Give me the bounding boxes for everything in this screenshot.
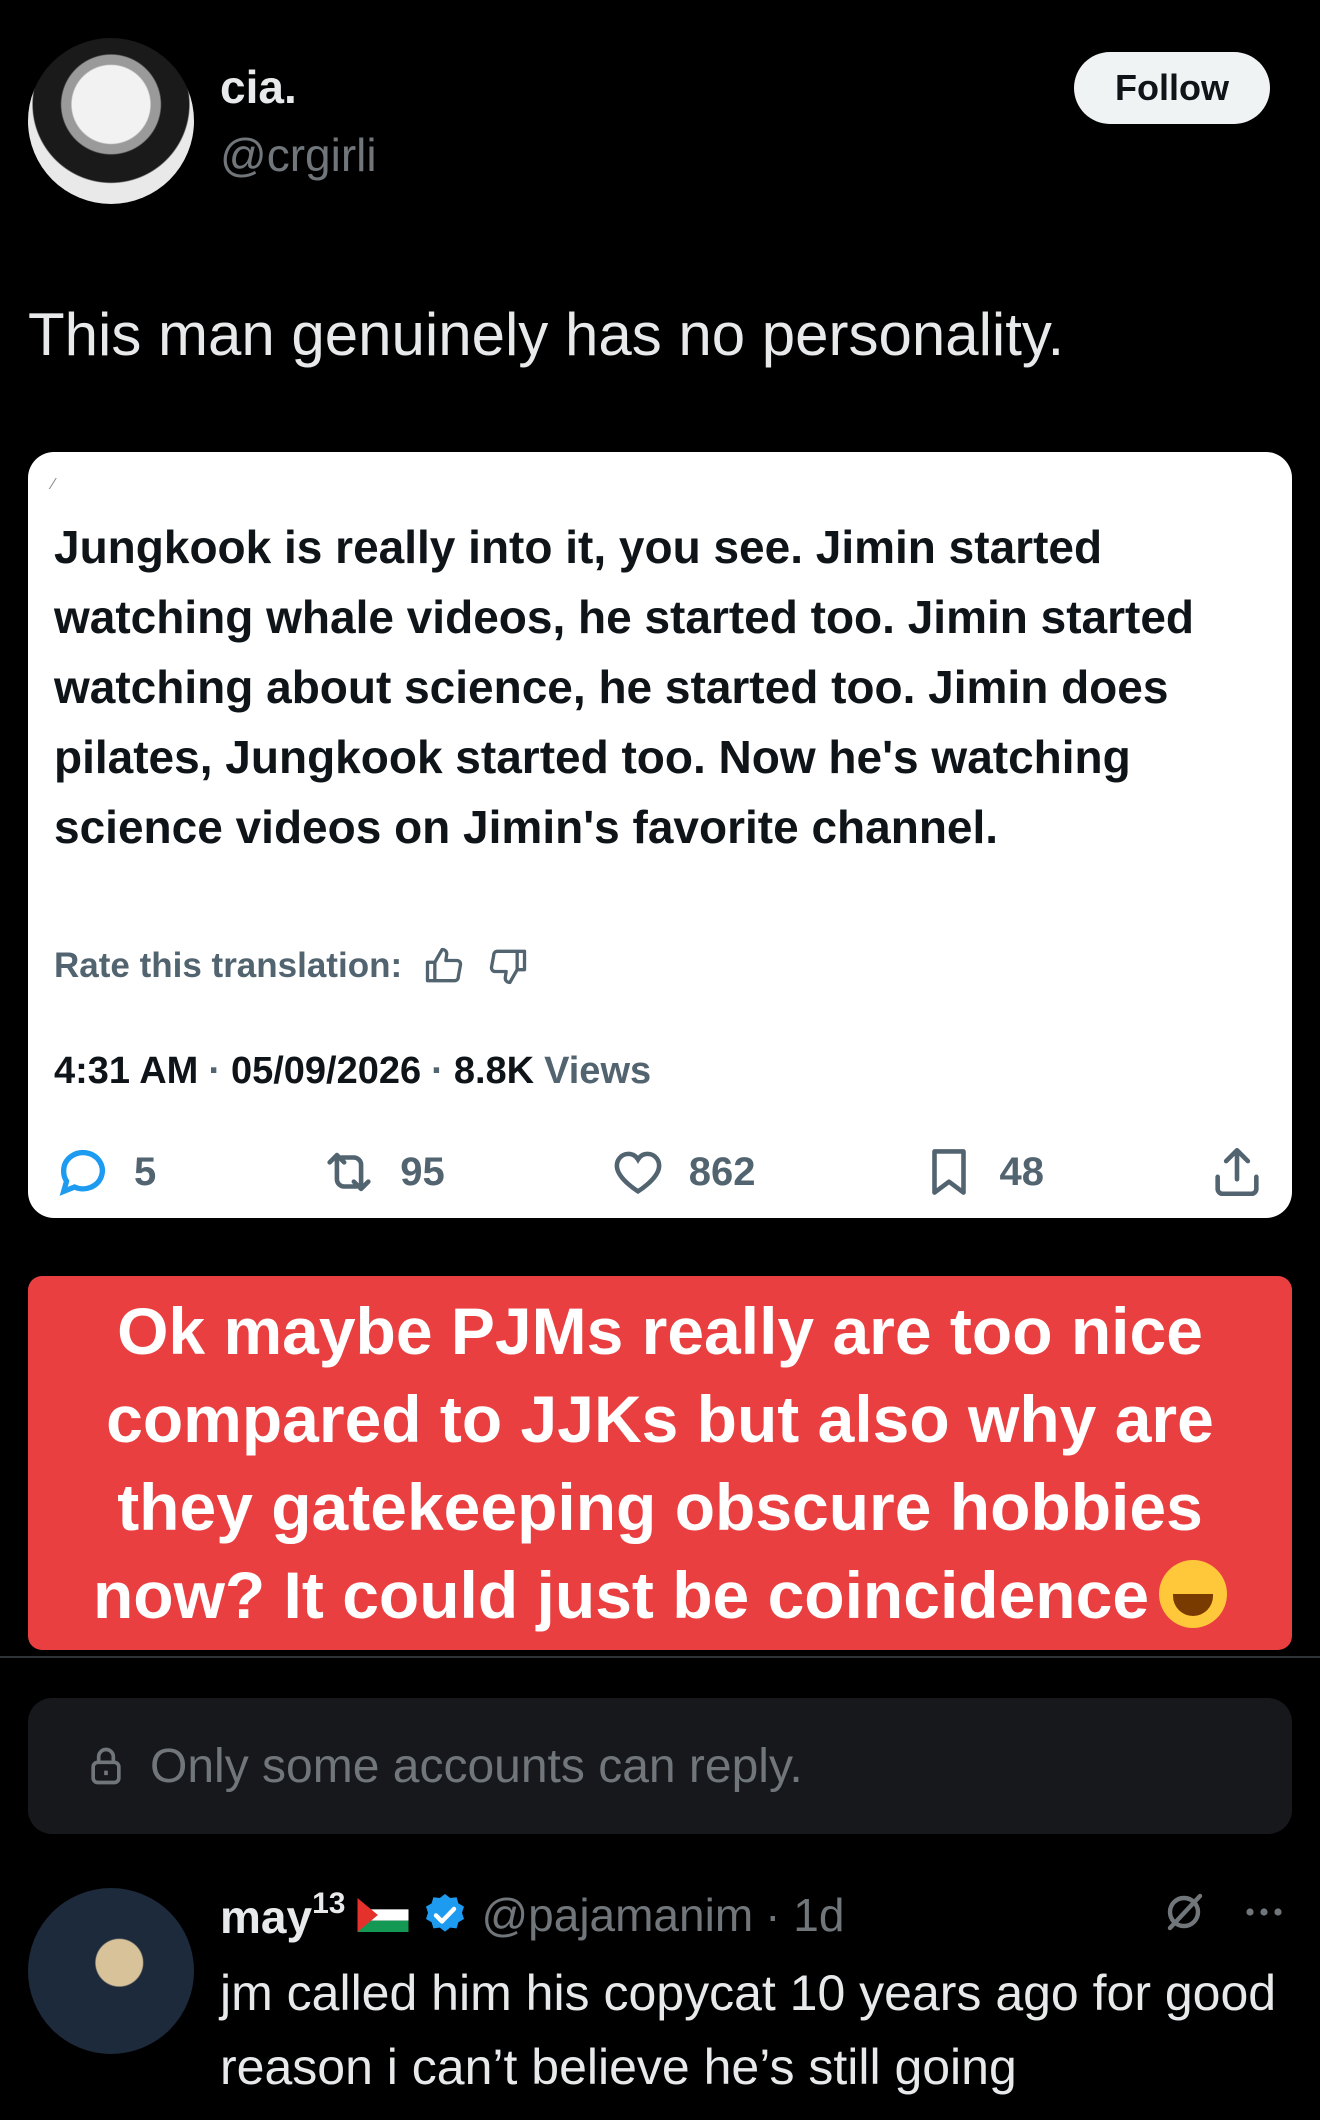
author-handle[interactable]: @crgirli — [220, 128, 377, 182]
repost-action[interactable]: 95 — [320, 1143, 445, 1201]
like-count: 862 — [688, 1149, 756, 1194]
crying-face-icon — [1159, 1560, 1228, 1628]
palestine-flag-icon — [357, 1898, 409, 1932]
like-action[interactable]: 862 — [609, 1143, 756, 1201]
reply-name-text: may — [220, 1890, 313, 1943]
share-icon — [1215, 1147, 1259, 1197]
reply-name-superscript: 13 — [312, 1886, 346, 1920]
reply-header: may13 @pajamanim · 1d — [220, 1880, 844, 1950]
views-count: 8.8K — [453, 1050, 535, 1092]
tweet-time: 4:31 AM — [54, 1050, 199, 1092]
grok-icon[interactable] — [1160, 1888, 1208, 1936]
post-text: This man genuinely has no personality. — [28, 301, 1065, 368]
caption-body: Ok maybe PJMs really are too nice compar… — [92, 1294, 1214, 1632]
lock-icon — [91, 1747, 121, 1785]
thumbs-up-icon[interactable] — [422, 944, 466, 988]
bookmark-action[interactable]: 48 — [920, 1143, 1045, 1201]
meta-separator: · — [208, 1050, 221, 1092]
share-action[interactable] — [1208, 1143, 1266, 1201]
reply-avatar[interactable] — [28, 1888, 194, 2054]
rate-translation-label: Rate this translation: — [54, 946, 403, 985]
reply-author-handle[interactable]: @pajamanim — [481, 1888, 753, 1942]
rate-translation-row: Rate this translation: — [54, 944, 530, 988]
embedded-tweet-text: Jungkook is really into it, you see. Jim… — [54, 521, 1195, 853]
caption-text: Ok maybe PJMs really are too nice compar… — [55, 1287, 1265, 1639]
caption-banner: Ok maybe PJMs really are too nice compar… — [28, 1276, 1292, 1650]
verified-badge-icon — [426, 1894, 465, 1932]
reply-text: jm called him his copycat 10 years ago f… — [220, 1965, 1277, 2095]
tweet-actions: 5 95 862 48 — [54, 1136, 1266, 1208]
author-avatar[interactable] — [28, 38, 194, 204]
repost-icon — [327, 1152, 371, 1192]
author-name[interactable]: cia. — [220, 60, 297, 114]
reply-restriction-box: Only some accounts can reply. — [28, 1698, 1292, 1834]
reply-restriction-text: Only some accounts can reply. — [150, 1739, 803, 1793]
heart-icon — [614, 1151, 662, 1195]
reply-tools — [1160, 1888, 1288, 1936]
thumbs-down-icon[interactable] — [486, 944, 530, 988]
bookmark-count: 48 — [999, 1149, 1045, 1194]
bookmark-icon — [931, 1149, 966, 1195]
reply-author-name[interactable]: may13 — [220, 1887, 345, 1944]
tweet-date: 05/09/2026 — [230, 1050, 422, 1092]
views-label: Views — [544, 1050, 652, 1092]
more-options-icon[interactable] — [1240, 1888, 1288, 1936]
reply-icon — [59, 1149, 105, 1196]
tweet-meta: 4:31 AM · 05/09/2026 · 8.8K Views — [54, 1050, 651, 1093]
divider — [0, 1656, 1320, 1658]
repost-count: 95 — [400, 1149, 445, 1194]
reply-time: · 1d — [765, 1889, 845, 1941]
card-corner-mark: ⁄ — [52, 476, 55, 493]
reply-action[interactable]: 5 — [54, 1143, 156, 1201]
meta-separator: · — [431, 1050, 444, 1092]
embedded-tweet-card: ⁄ Jungkook is really into it, you see. J… — [28, 452, 1292, 1218]
follow-button[interactable]: Follow — [1074, 52, 1270, 124]
reply-count: 5 — [134, 1149, 157, 1194]
